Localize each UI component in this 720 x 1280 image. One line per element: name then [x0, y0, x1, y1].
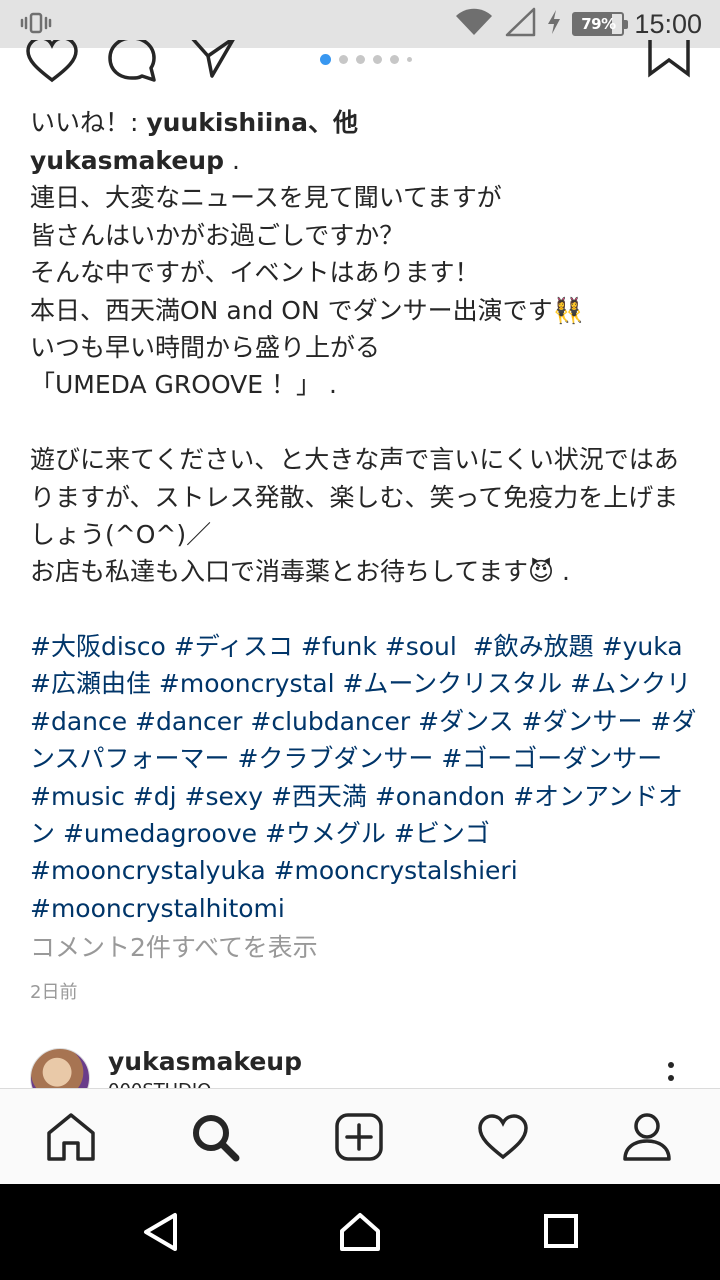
carousel-dot — [356, 55, 365, 64]
signal-icon — [504, 7, 536, 41]
wifi-icon — [454, 7, 494, 41]
view-comments-link[interactable]: コメント2件すべてを表示 — [30, 928, 318, 964]
avatar[interactable] — [30, 1048, 90, 1088]
caption-username[interactable]: yukasmakeup — [30, 146, 224, 175]
likes-prefix: いいね！: — [30, 108, 147, 137]
vibrate-icon — [20, 10, 52, 40]
home-icon[interactable] — [339, 1212, 381, 1256]
charging-icon — [546, 9, 562, 39]
likes-user-link[interactable]: yuukishiina — [146, 108, 308, 137]
bookmark-icon[interactable] — [646, 36, 692, 88]
heart-icon[interactable] — [26, 36, 78, 88]
carousel-dot — [373, 55, 382, 64]
comment-icon[interactable] — [108, 36, 158, 88]
likes-line: いいね！: yuukishiina、他 — [30, 104, 700, 142]
home-icon[interactable] — [45, 1111, 97, 1163]
carousel-dot — [339, 55, 348, 64]
more-options-icon[interactable] — [668, 1062, 674, 1088]
carousel-dot — [390, 55, 399, 64]
carousel-dot — [320, 54, 331, 65]
next-post-header: yukasmakeup 000STUDIO — [0, 1040, 720, 1088]
next-post-username[interactable]: yukasmakeup — [108, 1047, 302, 1076]
system-nav-bar — [0, 1184, 720, 1280]
likes-suffix[interactable]: 、他 — [308, 108, 358, 137]
next-post-location[interactable]: 000STUDIO — [108, 1080, 211, 1088]
caption-text: . 連日、大変なニュースを見て聞いてますが 皆さんはいかがお過ごしですか？ そん… — [30, 146, 679, 587]
recents-icon[interactable] — [543, 1212, 579, 1254]
add-post-icon[interactable] — [333, 1111, 385, 1163]
post-timestamp: 2日前 — [30, 982, 78, 1003]
activity-icon[interactable] — [477, 1111, 529, 1163]
post-body: いいね！: yuukishiina、他 yukasmakeup . 連日、大変な… — [30, 104, 700, 927]
carousel-indicator — [320, 54, 412, 65]
hashtags[interactable]: #大阪disco #ディスコ #funk #soul #飲み放題 #yuka #… — [30, 628, 700, 927]
battery-icon: 79% — [572, 12, 629, 36]
profile-icon[interactable] — [621, 1111, 673, 1163]
bottom-nav — [0, 1088, 720, 1185]
carousel-dot — [407, 57, 412, 62]
clock: 15:00 — [634, 8, 702, 39]
battery-percent: 79% — [581, 15, 616, 33]
share-icon[interactable] — [190, 36, 238, 88]
caption: yukasmakeup . 連日、大変なニュースを見て聞いてますが 皆さんはいか… — [30, 142, 700, 591]
back-icon[interactable] — [141, 1212, 181, 1256]
search-icon[interactable] — [189, 1111, 241, 1163]
